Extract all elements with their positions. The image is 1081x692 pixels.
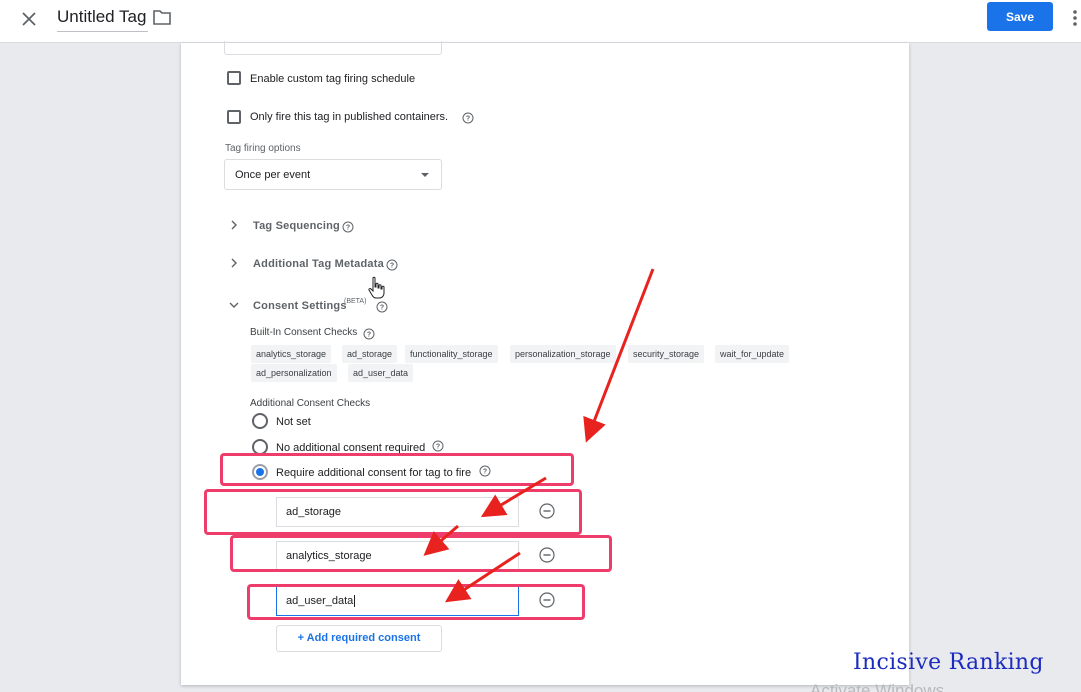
custom-schedule-checkbox[interactable] [227,71,241,85]
consent-chip: personalization_storage [510,345,616,363]
folder-icon[interactable] [152,8,172,26]
add-required-consent-button[interactable]: + Add required consent [276,625,442,652]
builtin-consent-label: Built-In Consent Checks [250,327,358,338]
remove-circle-icon[interactable] [539,503,555,519]
svg-text:?: ? [380,305,384,312]
svg-text:?: ? [466,116,470,123]
help-icon[interactable]: ? [386,259,398,271]
chevron-right-icon[interactable] [228,257,240,269]
firing-options-value: Once per event [235,169,311,181]
beta-badge: (BETA) [344,298,367,305]
required-consent-input[interactable]: ad_storage [276,497,519,527]
consent-chip: security_storage [628,345,705,363]
chevron-down-icon[interactable] [228,299,240,311]
text-caret [354,595,356,608]
help-icon[interactable]: ? [432,440,444,452]
published-only-checkbox[interactable] [227,110,241,124]
help-icon[interactable]: ? [376,301,388,313]
consent-chip: ad_user_data [348,364,414,382]
close-icon[interactable] [17,7,41,31]
activate-windows-text: Activate Windows [810,681,945,692]
top-bar: Untitled Tag Save [0,0,1081,43]
consent-chip: ad_storage [342,345,398,363]
remove-circle-icon[interactable] [539,547,555,563]
tag-title: Untitled Tag [57,7,147,26]
firing-options-select[interactable]: Once per event [224,159,442,190]
consent-chip: wait_for_update [715,345,790,363]
required-consent-input[interactable]: analytics_storage [276,541,519,571]
svg-text:?: ? [367,332,371,339]
help-icon[interactable]: ? [363,328,375,340]
remove-circle-icon[interactable] [539,592,555,608]
help-icon[interactable]: ? [342,221,354,233]
tag-config-card: Enable custom tag firing schedule Only f… [181,41,909,685]
firing-options-label: Tag firing options [225,143,301,154]
consent-chip: analytics_storage [251,345,332,363]
help-icon[interactable]: ? [462,112,474,124]
previous-input-field[interactable] [224,41,442,55]
published-only-label: Only fire this tag in published containe… [250,111,449,123]
radio-no-additional-label: No additional consent required [276,442,426,454]
radio-no-additional[interactable] [252,439,268,455]
required-consent-value: ad_user_data [286,595,354,607]
save-button[interactable]: Save [987,2,1053,31]
help-icon[interactable]: ? [479,465,491,477]
section-additional-metadata[interactable]: Additional Tag Metadata [253,258,384,270]
watermark-text: Incisive Ranking [853,650,1044,675]
hand-cursor-icon [368,276,385,299]
consent-chip: functionality_storage [405,345,498,363]
tag-title-field[interactable]: Untitled Tag [57,6,149,32]
svg-text:?: ? [346,225,350,232]
more-options-icon[interactable] [1068,7,1081,29]
dropdown-arrow-icon [421,173,429,177]
consent-chip: ad_personalization [251,364,337,382]
radio-not-set-label: Not set [276,416,311,428]
radio-require-additional[interactable] [252,464,268,480]
additional-consent-label: Additional Consent Checks [250,398,371,409]
custom-schedule-label: Enable custom tag firing schedule [250,73,416,85]
svg-text:?: ? [390,263,394,270]
required-consent-input-focused[interactable]: ad_user_data [276,586,519,616]
svg-text:?: ? [436,444,440,451]
section-tag-sequencing[interactable]: Tag Sequencing [253,220,340,232]
svg-text:?: ? [483,469,487,476]
radio-require-additional-label: Require additional consent for tag to fi… [276,467,472,479]
section-consent-settings[interactable]: Consent Settings [253,300,347,312]
radio-not-set[interactable] [252,413,268,429]
chevron-right-icon[interactable] [228,219,240,231]
